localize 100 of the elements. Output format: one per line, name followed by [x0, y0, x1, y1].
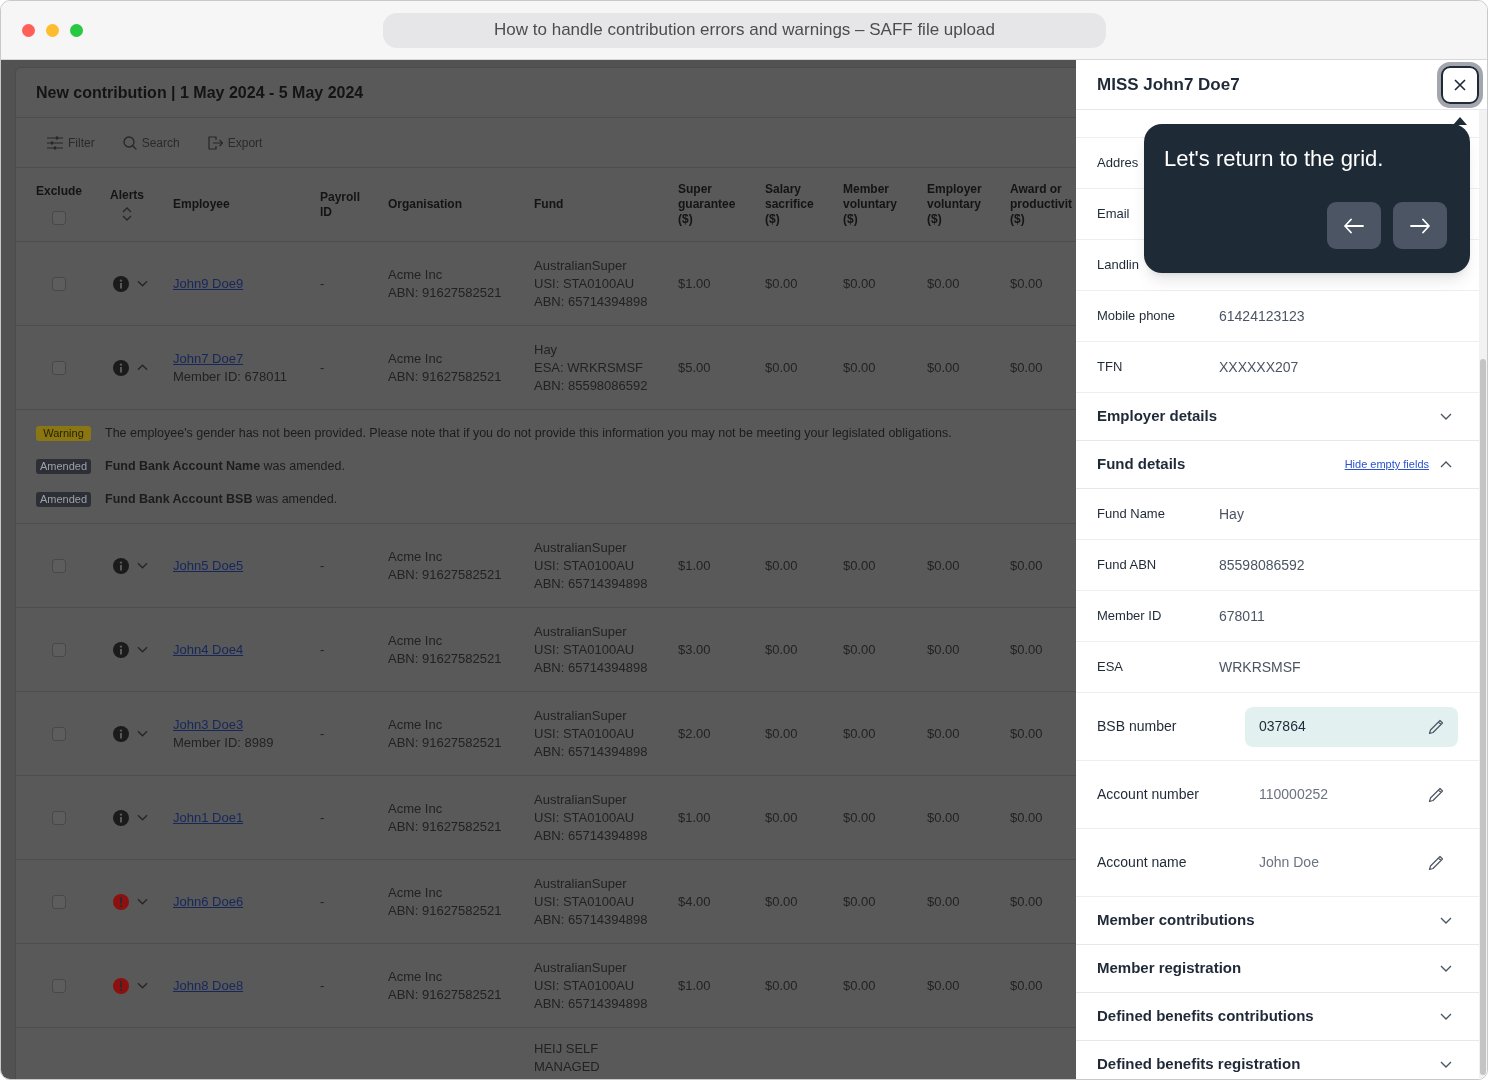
table-cell: ABN: 65714394898 [534, 574, 648, 593]
window-minimize-icon[interactable] [46, 23, 59, 37]
employee-link[interactable]: John6 Doe6 [173, 892, 244, 911]
section-title[interactable]: Defined benefits registration [1097, 1053, 1301, 1076]
field-label: Fund ABN [1097, 556, 1157, 575]
field-label: Fund Name [1097, 505, 1165, 524]
info-icon [113, 725, 129, 742]
close-button[interactable] [1437, 61, 1483, 108]
chevron-down-icon[interactable] [1440, 965, 1452, 972]
warning-badge: Warning [36, 426, 91, 441]
info-icon [113, 641, 129, 658]
field-label: Account name [1097, 853, 1187, 872]
table-cell: ABN: 65714394898 [534, 292, 648, 311]
scrollbar-thumb[interactable] [1480, 359, 1486, 1075]
table-cell-text: - [320, 892, 325, 911]
column-header: Employee [173, 197, 230, 212]
chevron-down-icon[interactable] [1440, 917, 1452, 924]
column-header: Member voluntary ($) [843, 182, 898, 227]
filter-icon [47, 135, 63, 150]
section-title[interactable]: Defined benefits contributions [1097, 1005, 1314, 1028]
pencil-icon[interactable] [1428, 854, 1444, 871]
field-value: 61424123123 [1219, 306, 1305, 326]
panel-title: MISS John7 Doe7 [1097, 73, 1240, 96]
table-cell: AustralianSuper [534, 790, 627, 809]
employee-link[interactable]: John3 Doe3 [173, 715, 244, 734]
arrow-right-icon [1410, 217, 1430, 234]
field-label: Email [1097, 205, 1130, 224]
table-cell: AustralianSuper [534, 706, 627, 725]
message-text: The employee's gender has not been provided. Please note that if you do not provide this information you may not be meeting your legislated obligations. [105, 425, 952, 443]
error-icon [113, 893, 129, 910]
table-cell-text: - [320, 976, 325, 995]
window-title: How to handle contribution errors and warnings – SAFF file upload [383, 12, 1106, 48]
employee-link[interactable]: John1 Doe1 [173, 808, 244, 827]
table-cell: MANAGED [534, 1058, 600, 1076]
field-label: BSB number [1097, 717, 1177, 736]
edit-field[interactable]: 110000252 [1245, 774, 1458, 815]
table-cell-text: $3.00 [678, 640, 711, 659]
amended-badge: Amended [36, 459, 91, 474]
field-label: Landlin [1097, 256, 1139, 275]
next-button[interactable] [1393, 202, 1447, 249]
employee-link[interactable]: John5 Doe5 [173, 556, 244, 575]
window-close-icon[interactable] [22, 23, 35, 37]
pencil-icon[interactable] [1428, 718, 1444, 735]
edit-field[interactable]: 037864 [1245, 706, 1458, 747]
field-label: Mobile phone [1097, 307, 1176, 326]
section-title[interactable]: Fund details [1097, 453, 1186, 476]
column-header: Exclude [36, 184, 83, 199]
edit-field[interactable]: John Doe [1245, 842, 1458, 883]
table-cell: AustralianSuper [534, 958, 627, 977]
page-title: New contribution | 1 May 2024 - 5 May 2024 [36, 82, 364, 103]
table-cell: ABN: 65714394898 [534, 742, 648, 761]
column-header: Employer voluntary ($) [927, 182, 983, 227]
field-value: WRKRSMSF [1219, 657, 1301, 677]
chevron-down-icon[interactable] [1440, 1061, 1452, 1068]
employee-link[interactable]: John8 Doe8 [173, 976, 244, 995]
chevron-down-icon[interactable] [1440, 413, 1452, 420]
table-cell-text: - [320, 808, 325, 827]
pencil-icon[interactable] [1428, 786, 1444, 803]
field-label: Member ID [1097, 607, 1162, 626]
arrow-left-icon [1344, 217, 1364, 234]
column-header: Payroll ID [320, 189, 362, 220]
section-title[interactable]: Member contributions [1097, 909, 1255, 932]
message-text: Fund Bank Account Name was amended. [105, 458, 345, 476]
info-icon [113, 809, 129, 826]
message-text: Fund Bank Account BSB was amended. [105, 491, 338, 509]
field-label: ESA [1097, 658, 1123, 677]
table-cell-text: - [320, 640, 325, 659]
employee-link[interactable]: John9 Doe9 [173, 274, 244, 293]
window-maximize-icon[interactable] [70, 23, 83, 37]
table-cell: ABN: 65714394898 [534, 658, 648, 677]
column-header: Award or productivit ($) [1010, 182, 1073, 227]
column-header: Alerts [110, 188, 144, 203]
employee-link[interactable]: John7 Doe7 [173, 349, 244, 368]
field-label: Account number [1097, 785, 1199, 804]
table-cell: AustralianSuper [534, 622, 627, 641]
employee-link[interactable]: John4 Doe4 [173, 640, 244, 659]
field-value: Hay [1219, 504, 1244, 524]
field-label: Addres [1097, 154, 1139, 173]
amended-badge: Amended [36, 492, 91, 507]
chevron-down-icon[interactable] [1440, 1013, 1452, 1020]
section-title[interactable]: Employer details [1097, 405, 1218, 428]
table-cell: ABN: 65714394898 [534, 994, 648, 1013]
table-cell: ABN: 65714394898 [534, 910, 648, 929]
column-header: Organisation [388, 197, 462, 212]
previous-button[interactable] [1327, 202, 1381, 249]
table-cell: AustralianSuper [534, 874, 627, 893]
tooltip-text: Let's return to the grid. [1164, 145, 1384, 173]
chevron-up-icon[interactable] [1440, 461, 1452, 468]
text-link[interactable]: Hide empty fields [1344, 456, 1429, 473]
close-icon [1454, 78, 1466, 91]
sort-icon[interactable] [122, 207, 132, 221]
info-icon [113, 275, 129, 292]
section-title[interactable]: Member registration [1097, 957, 1242, 980]
field-value: 678011 [1219, 606, 1265, 626]
table-cell-text: - [320, 556, 325, 575]
search-icon [122, 135, 137, 150]
export-icon [207, 135, 223, 150]
table-cell: AustralianSuper [534, 538, 627, 557]
info-icon [113, 557, 129, 574]
field-value: XXXXXX207 [1219, 357, 1299, 377]
